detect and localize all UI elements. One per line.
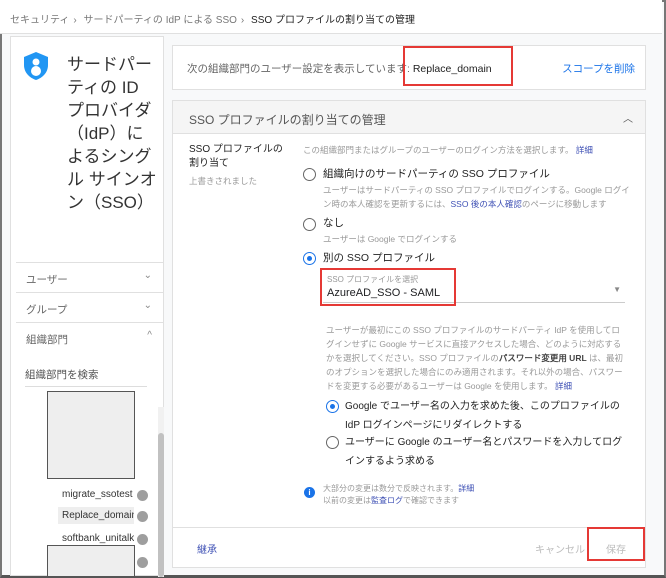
highlight-box	[320, 268, 456, 306]
radio-label: 組織向けのサードパーティの SSO プロファイル	[323, 168, 550, 180]
radio-label: Google でユーザー名の入力を求めた後、このプロファイルの IdP ログイン…	[345, 401, 620, 431]
org-unit-search-input[interactable]: 組織部門を検索	[25, 367, 147, 387]
section-title: SSO プロファイルの割り当ての管理	[189, 113, 386, 127]
sso-assignment-card: SSO プロファイルの割り当ての管理 ︿ SSO プロファイルの割り当て 上書きさ…	[172, 100, 646, 568]
radio-other-profile[interactable]	[303, 252, 316, 265]
breadcrumb-third-party-sso[interactable]: サードパーティの IdP による SSO	[84, 15, 237, 26]
redacted-block	[47, 391, 135, 479]
sidebar-title: サードパーティの ID プロバイダ（IdP）によるシングル サインオン（SSO）	[67, 55, 157, 212]
card-footer: 継承 キャンセル 保存	[173, 527, 645, 567]
radio-help: ユーザーはサードパーティの SSO プロファイルでログインする。Google ロ…	[323, 185, 630, 209]
nav-label: グループ	[26, 304, 68, 316]
status-dot-icon	[137, 557, 148, 568]
details-link[interactable]: 詳細	[576, 145, 593, 155]
org-unit-item[interactable]: migrate_ssotest	[58, 486, 134, 503]
description: この組織部門またはグループのユーザーのログイン方法を選択します。 詳細	[303, 145, 593, 155]
breadcrumb-current: SSO プロファイルの割り当ての管理	[251, 15, 415, 26]
chevron-down-icon: ⌄	[143, 300, 152, 311]
sidebar-item-groups[interactable]: グループ ⌄	[16, 292, 164, 322]
chevron-up-icon: ^	[147, 330, 152, 341]
highlight-box	[587, 527, 645, 561]
nav-label: ユーザー	[26, 274, 68, 286]
audit-log-link[interactable]: 監査ログ	[371, 496, 403, 505]
radio-label: なし	[323, 217, 344, 229]
overridden-label: 上書きされました	[189, 176, 258, 186]
radio-help: ユーザーは Google でログインする	[323, 234, 457, 244]
details-link[interactable]: 詳細	[555, 381, 572, 391]
remove-scope-link[interactable]: スコープを削除	[562, 61, 635, 76]
post-sso-verification-link[interactable]: SSO 後の本人確認	[451, 199, 522, 209]
breadcrumb-security[interactable]: セキュリティ	[10, 15, 69, 26]
sidebar-item-users[interactable]: ユーザー ⌄	[16, 262, 164, 292]
breadcrumb-separator: ›	[240, 15, 245, 26]
radio-google-login[interactable]	[326, 436, 339, 449]
cancel-button[interactable]: キャンセル	[535, 541, 585, 556]
radio-label: ユーザーに Google のユーザー名とパスワードを入力してログインするよう求め…	[345, 437, 623, 467]
redirect-description: ユーザーが最初にこの SSO プロファイルのサードパーティ IdP を使用してロ…	[326, 325, 624, 391]
status-dot-icon	[137, 490, 148, 501]
breadcrumb: セキュリティ › サードパーティの IdP による SSO › SSO プロファイル…	[0, 0, 662, 34]
nav-label: 組織部門	[26, 334, 68, 346]
scope-text: 次の組織部門のユーザー設定を表示しています:	[187, 63, 410, 75]
sidebar: サードパーティの ID プロバイダ（IdP）によるシングル サインオン（SSO）…	[10, 36, 164, 577]
info-text: 大部分の変更は数分で反映されます。詳細 以前の変更は監査ログで確認できます	[323, 484, 475, 505]
sidebar-item-org-units[interactable]: 組織部門 ^	[16, 322, 164, 352]
radio-label: 別の SSO プロファイル	[323, 252, 436, 264]
status-dot-icon	[137, 534, 148, 545]
chevron-up-icon[interactable]: ︿	[623, 110, 633, 125]
shield-icon	[24, 52, 48, 80]
details-link[interactable]: 詳細	[458, 484, 474, 493]
field-label: SSO プロファイルの割り当て	[189, 144, 283, 169]
scrollbar[interactable]	[158, 407, 164, 577]
section-header[interactable]: SSO プロファイルの割り当ての管理 ︿	[173, 101, 645, 134]
org-unit-item-selected[interactable]: Replace_domain	[58, 507, 134, 524]
highlight-box	[403, 46, 513, 86]
info-icon: i	[304, 487, 315, 498]
chevron-down-icon: ⌄	[143, 270, 152, 281]
radio-org-profile[interactable]	[303, 168, 316, 181]
radio-none[interactable]	[303, 218, 316, 231]
status-dot-icon	[137, 511, 148, 522]
breadcrumb-separator: ›	[73, 15, 77, 26]
radio-redirect-idp[interactable]	[326, 400, 339, 413]
redacted-block	[47, 545, 135, 577]
dropdown-arrow-icon: ▼	[613, 285, 621, 294]
inherit-button[interactable]: 継承	[197, 541, 217, 556]
